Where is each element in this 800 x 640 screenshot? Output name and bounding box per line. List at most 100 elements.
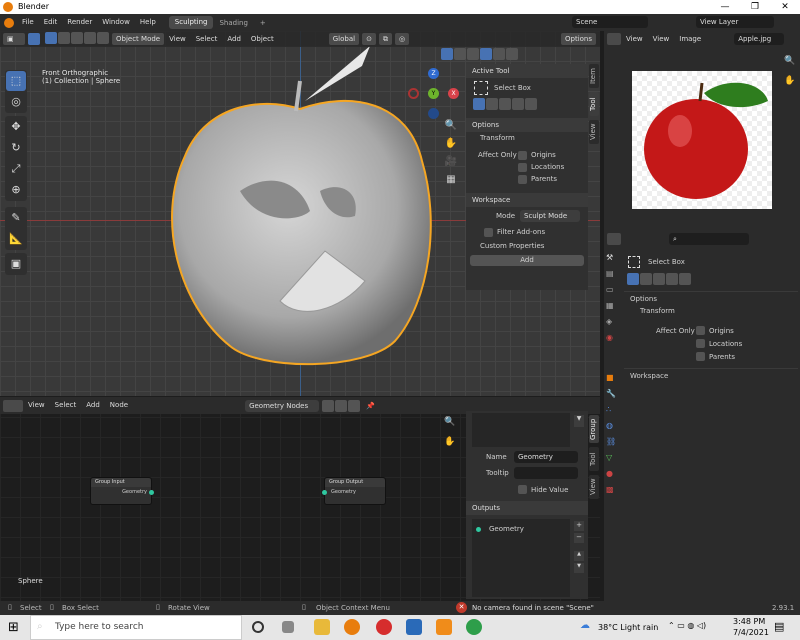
select-box-tool-icon[interactable]: ⬚ [6,71,26,91]
outputs-header[interactable]: Outputs [466,501,588,515]
data-tab-icon[interactable]: ▽ [606,453,620,469]
material-tab-icon[interactable]: ● [606,469,620,485]
active-tool-header[interactable]: Active Tool [466,64,588,78]
move-output-down-button[interactable]: ▼ [574,563,584,573]
node-sidebar-tab-group[interactable]: Group [589,415,599,443]
overlays-icon[interactable] [441,48,453,60]
props-locations-checkbox[interactable] [696,339,705,348]
node-sidebar-tab-tool[interactable]: Tool [589,447,599,471]
output-geometry-item[interactable]: Geometry [489,525,524,533]
node-zoom-icon[interactable]: 🔍 [444,417,455,427]
material-shading-icon[interactable] [493,48,505,60]
maximize-button[interactable]: ❐ [740,0,770,14]
zoom-icon[interactable]: 🔍 [444,120,458,138]
proportional-edit-icon[interactable]: ◎ [394,33,410,45]
modifier-tab-icon[interactable]: 🔧 [606,389,620,405]
grid-view-icon[interactable]: ▦ [444,174,458,192]
gizmo-neg-x-icon[interactable] [408,88,419,99]
select-tool-icon[interactable] [28,33,40,45]
node-editor-type-icon[interactable] [3,399,23,412]
props-mode-extend-icon[interactable] [640,273,652,285]
gizmo-x-icon[interactable]: X [448,88,459,99]
geometry-node-editor[interactable]: View Select Add Node Geometry Nodes 📌 Gr… [0,397,600,601]
image-pan-icon[interactable]: ✋ [784,76,795,86]
node-menu-view[interactable]: View [23,397,50,414]
mode-intersect-icon[interactable] [525,98,537,110]
video-editor-icon[interactable] [406,619,422,635]
rotate-tool-icon[interactable]: ↻ [6,138,26,158]
file-explorer-icon[interactable] [314,619,330,635]
sidebar-tab-item[interactable]: Item [589,64,599,88]
image-name-field[interactable]: Apple.jpg [734,33,785,45]
move-tool-icon[interactable]: ✥ [6,117,26,137]
weather-icon[interactable]: ☁ [580,620,590,631]
vlc-icon[interactable] [436,619,452,635]
socket-name-input[interactable]: Geometry [514,451,578,463]
select-intersect-icon[interactable] [97,32,109,44]
mode-extend-icon[interactable] [486,98,498,110]
xray-icon[interactable] [454,48,466,60]
gizmo-y-icon[interactable]: Y [428,88,439,99]
select-subtract-icon[interactable] [71,32,83,44]
node-sidebar-tab-view[interactable]: View [589,475,599,499]
notifications-icon[interactable]: ▤ [774,620,784,633]
node-tree-name-field[interactable]: Geometry Nodes [245,399,320,412]
image-zoom-icon[interactable]: 🔍 [784,56,795,66]
pin-icon[interactable]: 📌 [366,402,375,410]
move-output-up-button[interactable]: ▲ [574,551,584,561]
filter-addons-checkbox[interactable] [484,227,493,237]
props-origins-checkbox[interactable] [696,326,705,335]
cortana-icon[interactable] [252,621,264,633]
system-tray-icons[interactable]: ⌃ ▭ ◍ ◁) [668,621,706,630]
navigation-gizmo[interactable]: Z Y X [405,65,465,125]
task-view-icon[interactable] [282,621,294,633]
properties-type-icon[interactable] [607,233,621,245]
viewport-options-dropdown[interactable]: Options [561,33,597,45]
texture-tab-icon[interactable]: ▩ [606,485,620,501]
sidebar-tab-tool[interactable]: Tool [589,92,599,116]
solid-shading-icon[interactable] [480,48,492,60]
rendered-shading-icon[interactable] [506,48,518,60]
viewport-menu-add[interactable]: Add [222,31,246,48]
viewport-menu-view[interactable]: View [164,31,191,48]
custom-properties-subheader[interactable]: Custom Properties [466,239,588,253]
gizmo-neg-z-icon[interactable] [428,108,439,119]
props-options-header[interactable]: Options [624,291,798,305]
image-menu-image[interactable]: Image [674,31,706,48]
locations-checkbox[interactable] [518,162,527,172]
remove-output-button[interactable]: − [574,533,584,543]
group-input-node[interactable]: Group Input Geometry [90,477,154,505]
menu-file[interactable]: File [17,14,39,31]
properties-search-input[interactable]: ⌕ [669,233,749,245]
view-layer-field[interactable]: View Layer [696,16,774,28]
constraints-tab-icon[interactable]: ⛓ [606,437,620,453]
props-mode-invert-icon[interactable] [666,273,678,285]
view-layer-tab-icon[interactable]: ▦ [606,301,620,317]
menu-edit[interactable]: Edit [39,14,63,31]
tab-sculpting[interactable]: Sculpting [168,16,214,29]
props-parents-checkbox[interactable] [696,352,705,361]
blender-taskbar-icon[interactable] [344,619,360,635]
add-property-button[interactable]: Add [470,255,584,266]
pan-hand-icon[interactable]: ✋ [444,138,458,156]
mode-new-icon[interactable] [473,98,485,110]
tool-tab-icon[interactable]: ⚒ [606,253,620,269]
props-transform-subheader[interactable]: Transform [640,307,675,320]
unlink-tree-icon[interactable] [348,399,361,412]
node-pan-icon[interactable]: ✋ [444,437,455,447]
particles-tab-icon[interactable]: ∴ [606,405,620,421]
transform-tool-icon[interactable]: ⊕ [6,180,26,200]
select-extend-icon[interactable] [58,32,70,44]
image-menu-view-mode[interactable]: View [621,31,648,48]
outputs-list[interactable]: Geometry [472,519,570,597]
add-output-button[interactable]: + [574,521,584,531]
mode-subtract-icon[interactable] [499,98,511,110]
group-output-node[interactable]: Group Output Geometry [322,477,386,505]
blender-menu-icon[interactable] [4,17,14,28]
props-workspace-header[interactable]: Workspace [624,368,798,382]
gizmo-z-icon[interactable]: Z [428,68,439,79]
sidebar-tab-view[interactable]: View [589,120,599,144]
editor-type-icon[interactable]: ▣ [3,33,25,45]
hide-value-checkbox[interactable] [518,485,527,494]
image-menu-view[interactable]: View [648,31,675,48]
